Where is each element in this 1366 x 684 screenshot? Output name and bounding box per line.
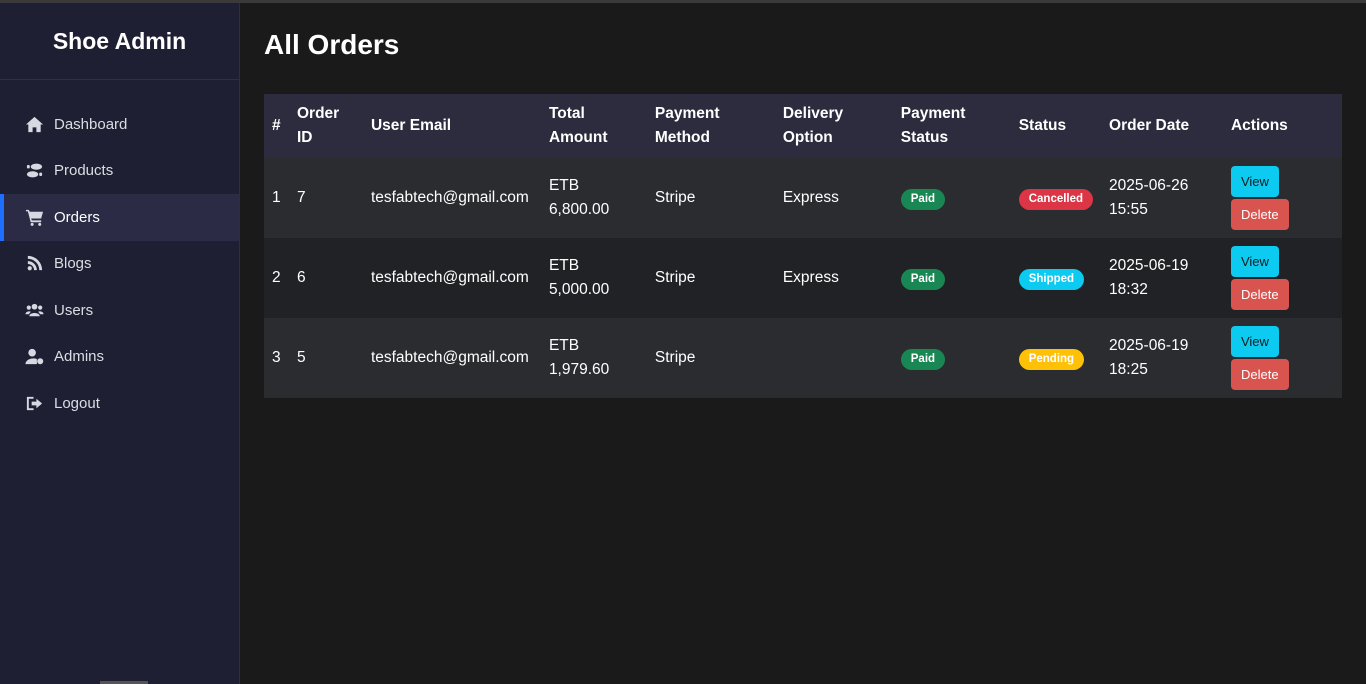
column-header-index: #	[272, 117, 281, 134]
table-row: 3 5 tesfabtech@gmail.com ETB 1,979.60 St…	[264, 318, 1342, 398]
sidebar-item-label: Logout	[54, 394, 100, 412]
row-index: 1	[272, 189, 281, 206]
page-title: All Orders	[264, 29, 400, 60]
status-cell: Shipped	[1011, 238, 1101, 318]
actions-cell: View Delete	[1223, 238, 1342, 318]
row-index: 2	[272, 269, 281, 286]
row-index: 3	[272, 349, 281, 366]
orders-table-container: # Order ID User Email Total Amount Payme…	[264, 94, 1342, 398]
column-header-user-email: User Email	[370, 117, 452, 134]
user-email: tesfabtech@gmail.com	[370, 189, 529, 206]
order-date-day: 2025-06-19	[1109, 257, 1189, 274]
cart-icon	[24, 207, 44, 227]
sidebar-item-label: Blogs	[54, 255, 92, 273]
payment-method: Stripe	[654, 349, 696, 366]
column-header-total-amount: Total Amount	[548, 105, 608, 146]
payment-status-cell: Paid	[893, 318, 1011, 398]
order-date-day: 2025-06-26	[1109, 177, 1189, 194]
delete-button[interactable]: Delete	[1230, 199, 1289, 230]
user-cog-icon	[24, 347, 44, 367]
view-button[interactable]: View	[1230, 166, 1279, 197]
payment-status-cell: Paid	[893, 158, 1011, 238]
logout-icon	[24, 393, 44, 413]
sidebar-item-label: Admins	[54, 348, 105, 366]
home-icon	[24, 114, 44, 134]
actions-cell: View Delete	[1223, 318, 1342, 398]
payment-method: Stripe	[654, 189, 696, 206]
payment-status-cell: Paid	[893, 238, 1011, 318]
orders-table: # Order ID User Email Total Amount Payme…	[264, 94, 1342, 398]
delete-button[interactable]: Delete	[1230, 279, 1289, 310]
sidebar-item-users[interactable]: Users	[0, 287, 239, 334]
sidebar-nav: Dashboard Products Orders Blogs Users Ad…	[0, 101, 239, 427]
user-email: tesfabtech@gmail.com	[370, 349, 529, 366]
view-button[interactable]: View	[1230, 246, 1279, 277]
sidebar: Shoe Admin Dashboard Products Orders Blo…	[0, 3, 240, 684]
delivery-option: Express	[782, 189, 839, 206]
sidebar-item-label: Users	[54, 301, 94, 319]
order-date: 2025-06-26 15:55	[1101, 158, 1223, 238]
blog-icon	[24, 254, 44, 274]
total-amount: ETB 5,000.00	[548, 257, 610, 298]
sidebar-item-label: Orders	[54, 208, 100, 226]
table-row: 1 7 tesfabtech@gmail.com ETB 6,800.00 St…	[264, 158, 1342, 238]
total-amount: ETB 6,800.00	[548, 177, 610, 218]
column-header-status: Status	[1018, 117, 1067, 134]
sidebar-item-admins[interactable]: Admins	[0, 334, 239, 381]
delivery-option	[775, 318, 893, 398]
column-header-order-id: Order ID	[296, 105, 340, 146]
shoe-prints-icon	[24, 161, 44, 181]
order-date-time: 15:55	[1109, 201, 1148, 218]
actions-cell: View Delete	[1223, 158, 1342, 238]
column-header-payment-method: Payment Method	[654, 105, 720, 146]
sidebar-item-blogs[interactable]: Blogs	[0, 241, 239, 288]
sidebar-item-dashboard[interactable]: Dashboard	[0, 101, 239, 148]
total-amount: ETB 1,979.60	[548, 337, 610, 378]
order-date-time: 18:32	[1109, 281, 1148, 298]
table-header-row: # Order ID User Email Total Amount Payme…	[264, 94, 1342, 158]
column-header-payment-status: Payment Status	[900, 105, 966, 146]
delete-button[interactable]: Delete	[1230, 359, 1289, 390]
sidebar-item-logout[interactable]: Logout	[0, 380, 239, 427]
order-id: 7	[296, 189, 306, 206]
order-date-time: 18:25	[1109, 361, 1148, 378]
column-header-delivery-option: Delivery Option	[782, 105, 844, 146]
status-badge: Pending	[1018, 349, 1085, 370]
view-button[interactable]: View	[1230, 326, 1279, 357]
status-badge: Cancelled	[1018, 189, 1094, 210]
status-cell: Pending	[1011, 318, 1101, 398]
delivery-option: Express	[782, 269, 839, 286]
order-date: 2025-06-19 18:32	[1101, 238, 1223, 318]
payment-status-badge: Paid	[900, 189, 946, 210]
sidebar-item-orders[interactable]: Orders	[0, 194, 239, 241]
payment-method: Stripe	[654, 269, 696, 286]
order-id: 5	[296, 349, 306, 366]
user-email: tesfabtech@gmail.com	[370, 269, 529, 286]
users-icon	[24, 300, 44, 320]
payment-status-badge: Paid	[900, 349, 946, 370]
payment-status-badge: Paid	[900, 269, 946, 290]
order-date-day: 2025-06-19	[1109, 337, 1189, 354]
sidebar-item-label: Products	[54, 162, 114, 180]
column-header-actions: Actions	[1230, 117, 1288, 134]
status-cell: Cancelled	[1011, 158, 1101, 238]
table-row: 2 6 tesfabtech@gmail.com ETB 5,000.00 St…	[264, 238, 1342, 318]
column-header-order-date: Order Date	[1109, 117, 1190, 134]
brand-title: Shoe Admin	[0, 3, 239, 80]
order-date: 2025-06-19 18:25	[1101, 318, 1223, 398]
main-content: All Orders # Order ID User Email Total A…	[240, 3, 1366, 684]
sidebar-item-products[interactable]: Products	[0, 148, 239, 195]
status-badge: Shipped	[1018, 269, 1085, 290]
order-id: 6	[296, 269, 306, 286]
sidebar-item-label: Dashboard	[54, 115, 128, 133]
